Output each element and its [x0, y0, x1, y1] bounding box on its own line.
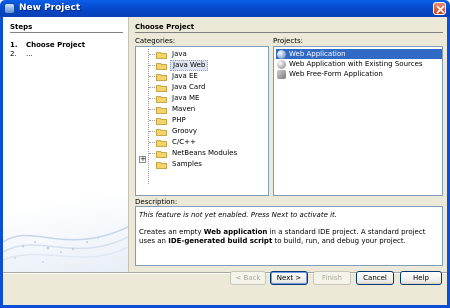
project-label: Web Application: [289, 50, 346, 58]
project-item-web-free-form-application[interactable]: Web Free-Form Application: [276, 69, 442, 79]
step-number: 2.: [10, 50, 17, 58]
categories-label: Categories:: [135, 37, 176, 45]
close-icon: [436, 5, 445, 14]
projects-list[interactable]: Web Application Web Application with Exi…: [273, 46, 443, 196]
next-button[interactable]: Next >: [270, 271, 308, 285]
folder-icon: [156, 162, 167, 169]
category-label: Java Web: [170, 60, 209, 71]
description-part: to build, run, and debug your project.: [272, 237, 406, 245]
description-text: Creates an empty Web application in a st…: [139, 228, 439, 246]
dialog-body: Steps 1. Choose Project 2.... Choose Proj…: [0, 17, 450, 308]
folder-icon: [156, 96, 167, 103]
category-label: Groovy: [172, 127, 197, 135]
category-label: PHP: [172, 116, 186, 124]
folder-icon: [156, 74, 167, 81]
steps-panel: Steps 1. Choose Project 2....: [3, 17, 128, 272]
project-item-web-application[interactable]: Web Application: [276, 49, 442, 59]
category-label: Java EE: [172, 72, 198, 80]
expand-samples-toggle[interactable]: +: [139, 156, 146, 163]
categories-tree[interactable]: Java Java Web Java EE Java Card Java ME: [135, 46, 269, 196]
globe-icon: [277, 50, 286, 59]
folder-icon: [156, 107, 167, 114]
steps-divider: [10, 32, 123, 33]
window-title: New Project: [19, 3, 81, 13]
step-label: ...: [26, 50, 33, 58]
steps-header: Steps: [10, 23, 33, 31]
description-label: Description:: [135, 198, 178, 206]
back-button[interactable]: < Back: [230, 271, 266, 285]
description-box: This feature is not yet enabled. Press N…: [135, 206, 443, 266]
globe-icon: [277, 60, 286, 69]
step-number: 1.: [10, 41, 18, 49]
tree-guide-line: [148, 49, 149, 184]
folder-icon: [156, 129, 167, 136]
project-label: Web Application with Existing Sources: [289, 60, 423, 68]
content-divider: [135, 32, 443, 33]
help-button[interactable]: Help: [400, 271, 442, 285]
step-item-2: 2....: [10, 50, 33, 58]
projects-label: Projects:: [273, 37, 303, 45]
folder-icon: [156, 151, 167, 158]
description-bold-part: IDE-generated build script: [168, 237, 273, 245]
folder-icon: [156, 63, 167, 70]
folder-icon: [156, 85, 167, 92]
category-label: C/C++: [172, 138, 196, 146]
close-button[interactable]: [433, 2, 446, 15]
content-panel: Choose Project Categories: Projects: Jav…: [128, 17, 447, 272]
project-label: Web Free-Form Application: [289, 70, 383, 78]
project-item-web-application-existing-sources[interactable]: Web Application with Existing Sources: [276, 59, 442, 69]
freeform-icon: [277, 70, 286, 79]
step-label: Choose Project: [26, 41, 86, 49]
category-label: Samples: [172, 160, 202, 168]
finish-button[interactable]: Finish: [313, 271, 351, 285]
category-label: Java ME: [172, 94, 200, 102]
description-notice: This feature is not yet enabled. Press N…: [139, 211, 338, 219]
category-label: NetBeans Modules: [172, 149, 238, 157]
decorative-waves-graphic: [3, 226, 128, 263]
title-bar[interactable]: New Project: [0, 0, 450, 17]
category-label: Java: [172, 50, 187, 58]
folder-icon: [156, 118, 167, 125]
description-part: Creates an empty: [139, 228, 204, 236]
content-header: Choose Project: [135, 23, 195, 31]
folder-icon: [156, 52, 167, 59]
description-bold-part: Web application: [203, 228, 268, 236]
step-item-1: 1. Choose Project: [10, 41, 85, 49]
category-label: Java Card: [172, 83, 206, 91]
app-icon: [4, 3, 15, 14]
cancel-button[interactable]: Cancel: [356, 271, 394, 285]
folder-icon: [156, 140, 167, 147]
category-label: Maven: [172, 105, 196, 113]
